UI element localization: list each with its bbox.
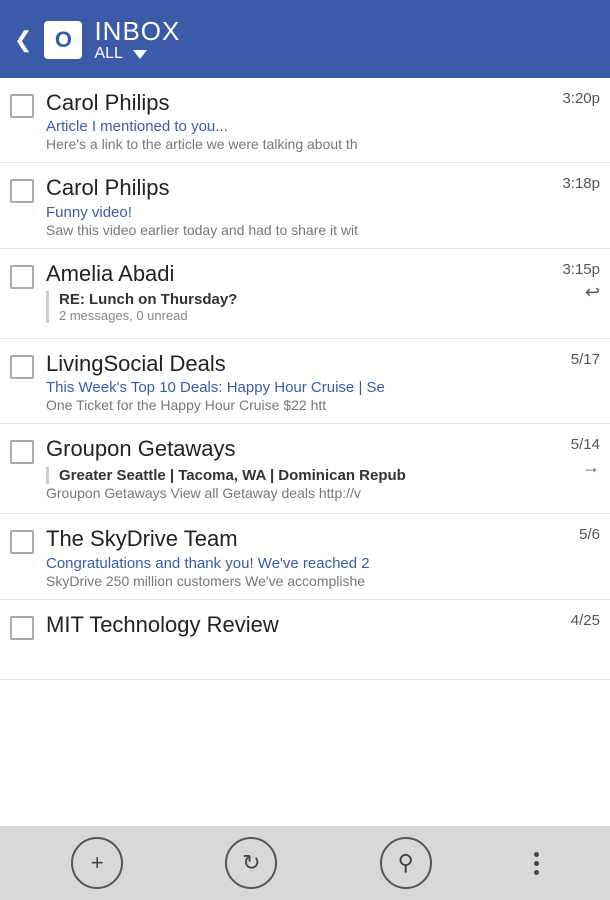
email-subject: Article I mentioned to you... [46, 118, 556, 135]
subtitle-caret-icon [133, 50, 147, 59]
more-menu-button[interactable] [534, 852, 539, 875]
email-thread-subject: Greater Seattle | Tacoma, WA | Dominican… [59, 467, 565, 484]
email-checkbox[interactable] [10, 616, 34, 640]
email-item[interactable]: Amelia Abadi RE: Lunch on Thursday? 2 me… [0, 249, 610, 339]
more-dot-icon [534, 852, 539, 857]
email-subject: Funny video! [46, 204, 556, 221]
reply-arrow-icon: ↩ [585, 282, 600, 303]
email-thread-subject: RE: Lunch on Thursday? [59, 291, 556, 308]
email-meta: 3:15p ↩ [562, 261, 600, 303]
email-item[interactable]: MIT Technology Review 4/25 [0, 600, 610, 680]
email-list: Carol Philips Article I mentioned to you… [0, 78, 610, 826]
email-time: 5/14 [571, 436, 600, 453]
email-checkbox[interactable] [10, 355, 34, 379]
bottom-toolbar: + ↻ ⚲ [0, 826, 610, 900]
email-item[interactable]: Carol Philips Article I mentioned to you… [0, 78, 610, 163]
email-thread-box: Greater Seattle | Tacoma, WA | Dominican… [46, 467, 565, 484]
outlook-icon: O [44, 21, 82, 59]
email-content: Groupon Getaways Greater Seattle | Tacom… [46, 436, 565, 500]
email-time: 3:18p [562, 175, 600, 192]
back-button[interactable]: ❮ [14, 27, 32, 53]
more-dot-icon [534, 861, 539, 866]
inbox-subtitle[interactable]: ALL [94, 45, 180, 63]
email-item[interactable]: The SkyDrive Team Congratulations and th… [0, 514, 610, 599]
email-content: The SkyDrive Team Congratulations and th… [46, 526, 573, 588]
email-sender: LivingSocial Deals [46, 351, 565, 377]
email-meta: 5/14 → [571, 436, 600, 478]
email-checkbox[interactable] [10, 440, 34, 464]
search-button[interactable]: ⚲ [380, 837, 432, 889]
email-meta: 3:20p [562, 90, 600, 107]
email-time: 4/25 [571, 612, 600, 629]
email-item[interactable]: Groupon Getaways Greater Seattle | Tacom… [0, 424, 610, 514]
email-checkbox[interactable] [10, 530, 34, 554]
email-time: 3:15p [562, 261, 600, 278]
email-time: 5/17 [571, 351, 600, 368]
header: ❮ O INBOX ALL [0, 0, 610, 78]
inbox-title: INBOX [94, 17, 180, 46]
compose-button[interactable]: + [71, 837, 123, 889]
email-meta: 5/6 [579, 526, 600, 543]
email-sender: Groupon Getaways [46, 436, 565, 462]
email-preview: Groupon Getaways View all Getaway deals … [46, 485, 565, 501]
email-thread-box: RE: Lunch on Thursday? 2 messages, 0 unr… [46, 291, 556, 323]
email-content: Carol Philips Article I mentioned to you… [46, 90, 556, 152]
email-checkbox[interactable] [10, 94, 34, 118]
email-sender: Carol Philips [46, 90, 556, 116]
refresh-button[interactable]: ↻ [225, 837, 277, 889]
email-preview: One Ticket for the Happy Hour Cruise $22… [46, 397, 565, 413]
email-checkbox[interactable] [10, 265, 34, 289]
email-time: 3:20p [562, 90, 600, 107]
email-sender: Amelia Abadi [46, 261, 556, 287]
compose-icon: + [91, 850, 104, 876]
email-item[interactable]: LivingSocial Deals This Week's Top 10 De… [0, 339, 610, 424]
email-meta: 5/17 [571, 351, 600, 368]
email-content: MIT Technology Review [46, 612, 565, 641]
email-content: Amelia Abadi RE: Lunch on Thursday? 2 me… [46, 261, 556, 323]
email-preview: SkyDrive 250 million customers We've acc… [46, 573, 573, 589]
more-dot-icon [534, 870, 539, 875]
email-subject: Congratulations and thank you! We've rea… [46, 555, 573, 572]
email-content: Carol Philips Funny video! Saw this vide… [46, 175, 556, 237]
forward-arrow-icon: → [582, 457, 600, 478]
email-preview: Here's a link to the article we were tal… [46, 136, 556, 152]
email-thread-info: 2 messages, 0 unread [59, 308, 556, 323]
email-meta: 3:18p [562, 175, 600, 192]
email-meta: 4/25 [571, 612, 600, 629]
outlook-letter: O [55, 27, 72, 53]
email-subject: This Week's Top 10 Deals: Happy Hour Cru… [46, 379, 565, 396]
email-content: LivingSocial Deals This Week's Top 10 De… [46, 351, 565, 413]
email-preview: Saw this video earlier today and had to … [46, 222, 556, 238]
email-sender: The SkyDrive Team [46, 526, 573, 552]
email-checkbox[interactable] [10, 179, 34, 203]
email-item[interactable]: Carol Philips Funny video! Saw this vide… [0, 163, 610, 248]
refresh-icon: ↻ [242, 850, 260, 876]
email-sender: MIT Technology Review [46, 612, 565, 638]
email-time: 5/6 [579, 526, 600, 543]
email-sender: Carol Philips [46, 175, 556, 201]
header-text: INBOX ALL [94, 17, 180, 64]
search-icon: ⚲ [398, 850, 414, 876]
